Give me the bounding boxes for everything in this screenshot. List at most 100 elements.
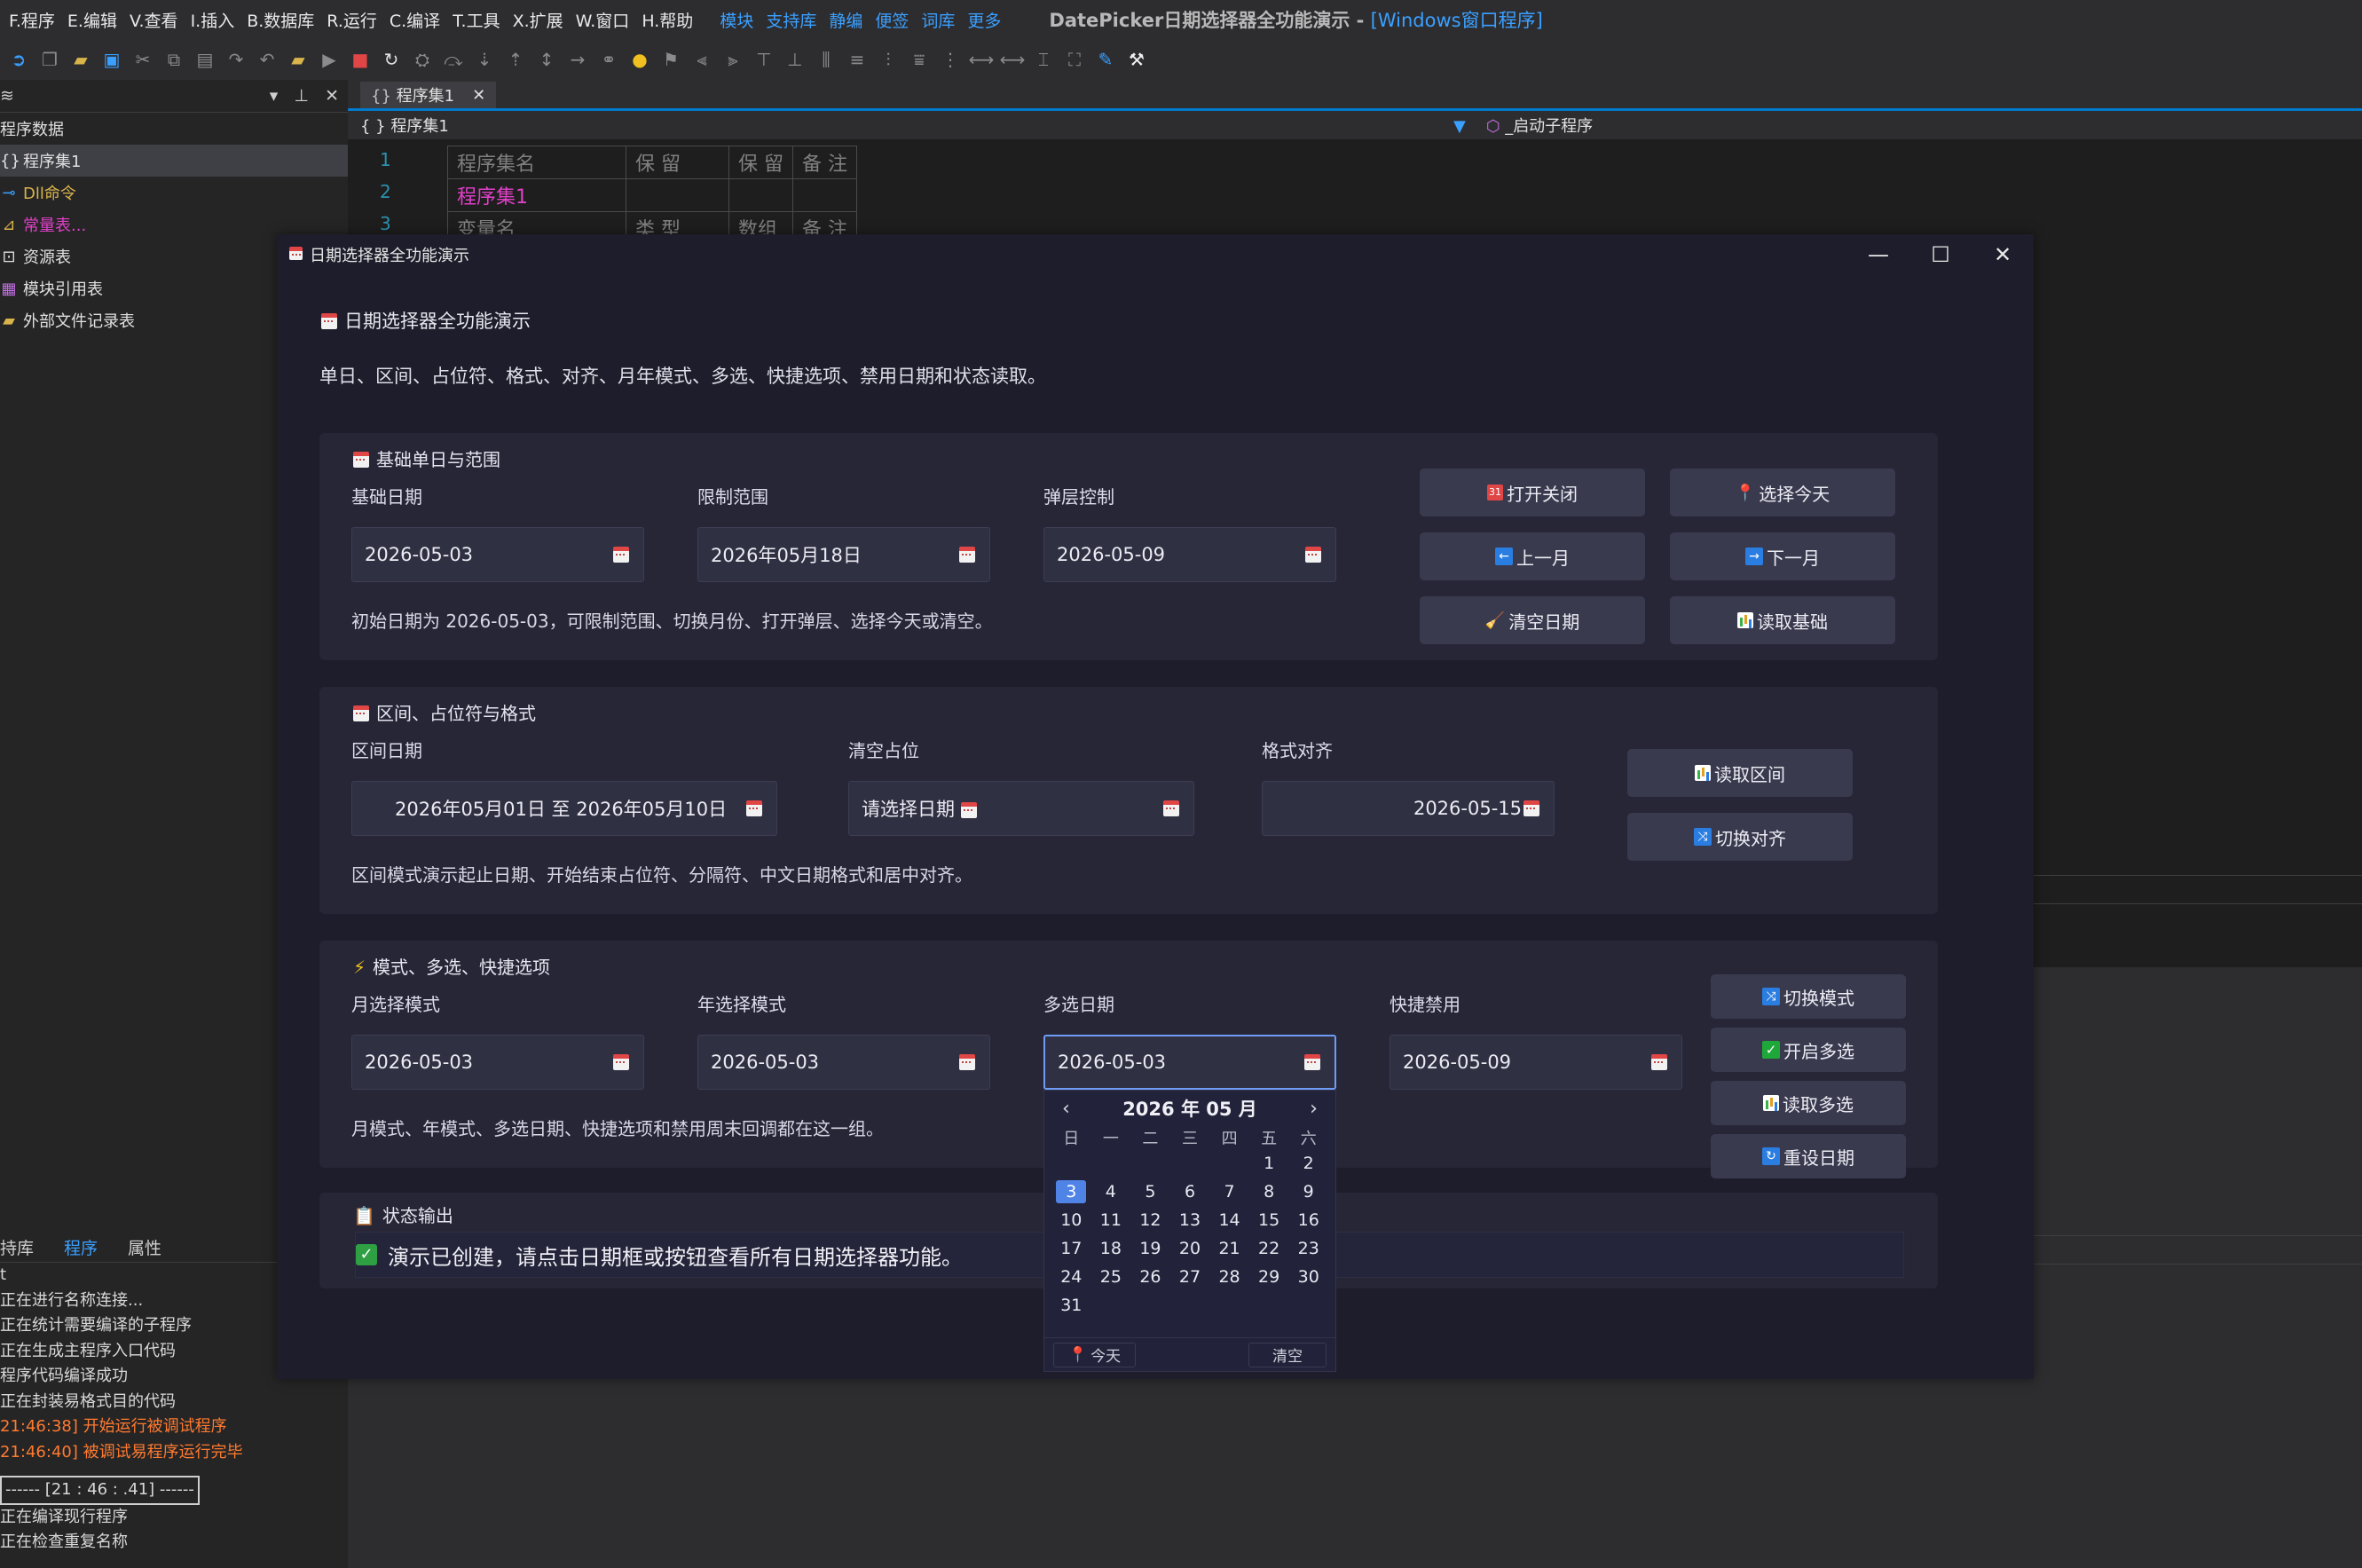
calendar-day[interactable]: 10	[1051, 1206, 1091, 1234]
calendar-day[interactable]: 8	[1249, 1178, 1289, 1206]
back-icon[interactable]: ➲	[6, 47, 31, 72]
editor-breadcrumb[interactable]: { } 程序集1	[360, 114, 449, 137]
step-into-icon[interactable]: ⇣	[472, 47, 497, 72]
read-range-button[interactable]: 读取区间	[1627, 749, 1853, 797]
menu-extend[interactable]: X.扩展	[513, 8, 563, 32]
calendar-day[interactable]: 15	[1249, 1206, 1289, 1234]
calendar-day[interactable]: 23	[1288, 1234, 1328, 1263]
tab-support-lib[interactable]: 持库	[0, 1235, 34, 1259]
menu-program[interactable]: F.程序	[9, 8, 55, 32]
calendar-day[interactable]: 13	[1170, 1206, 1210, 1234]
read-multi-button[interactable]: 读取多选	[1711, 1081, 1906, 1125]
code-cell[interactable]: 保 留	[626, 146, 729, 179]
space-h-icon[interactable]: ⫼	[814, 47, 839, 72]
align-right-icon[interactable]: ⫸	[720, 47, 745, 72]
calendar-icon[interactable]	[1305, 546, 1323, 563]
link-notes[interactable]: 便签	[875, 8, 909, 32]
code-cell[interactable]	[728, 178, 793, 212]
calendar-icon[interactable]	[1304, 1053, 1322, 1071]
align-bottom-icon[interactable]: ⊥	[783, 47, 807, 72]
next-month-icon[interactable]: ›	[1310, 1098, 1318, 1120]
tree-item-dll[interactable]: ⊸ Dll命令	[0, 177, 348, 209]
placeholder-date-picker[interactable]: 请选择日期	[848, 781, 1194, 836]
editor-subroutine-select[interactable]: ▼ ⬡ _启动子程序	[1453, 114, 1593, 137]
same-height-icon[interactable]: ⟷	[1000, 47, 1026, 72]
calendar-day[interactable]: 31	[1051, 1291, 1091, 1320]
menu-insert[interactable]: I.插入	[191, 8, 235, 32]
next-month-button[interactable]: → 下一月	[1670, 532, 1895, 580]
redo-icon[interactable]: ↷	[224, 47, 248, 72]
brush-icon[interactable]: ✎	[1093, 47, 1118, 72]
calendar-day-selected[interactable]: 3	[1051, 1178, 1091, 1206]
menu-compile[interactable]: C.编译	[390, 8, 440, 32]
calendar-icon[interactable]	[746, 800, 764, 817]
calendar-day[interactable]: 4	[1091, 1178, 1131, 1206]
minimize-button[interactable]: —	[1847, 234, 1909, 275]
same-width-icon[interactable]: ⟷	[969, 47, 995, 72]
calendar-day[interactable]: 6	[1170, 1178, 1210, 1206]
link-module[interactable]: 模块	[720, 8, 753, 32]
step-over-icon[interactable]: ⤼	[441, 47, 466, 72]
calendar-day[interactable]: 20	[1170, 1234, 1210, 1263]
calendar-day[interactable]: 7	[1209, 1178, 1249, 1206]
code-cell-assembly-name[interactable]: 程序集1	[447, 178, 626, 212]
save-icon[interactable]: ▣	[99, 47, 124, 72]
calendar-day[interactable]: 12	[1130, 1206, 1170, 1234]
close-button[interactable]: ✕	[1972, 234, 2034, 275]
calendar-day[interactable]: 14	[1209, 1206, 1249, 1234]
compile-icon[interactable]: ⛭	[410, 47, 435, 72]
center-v-icon[interactable]: ⩸	[907, 47, 932, 72]
same-size-icon[interactable]: ⌶	[1031, 47, 1056, 72]
calendar-day[interactable]: 9	[1288, 1178, 1328, 1206]
calendar-day[interactable]: 11	[1091, 1206, 1131, 1234]
range-limited-date-picker[interactable]: 2026年05月18日	[697, 527, 990, 582]
link-more[interactable]: 更多	[967, 8, 1001, 32]
calendar-day[interactable]: 22	[1249, 1234, 1289, 1263]
calendar-icon[interactable]	[959, 546, 977, 563]
today-button[interactable]: 📍 今天	[1053, 1342, 1137, 1367]
aligned-date-picker[interactable]: 2026-05-15	[1262, 781, 1555, 836]
menu-run[interactable]: R.运行	[327, 8, 377, 32]
open-folder-icon[interactable]: ▰	[68, 47, 93, 72]
read-basic-button[interactable]: 读取基础	[1670, 596, 1895, 644]
calendar-day[interactable]: 16	[1288, 1206, 1328, 1234]
code-cell[interactable]: 保 留	[728, 146, 793, 179]
distribute-icon[interactable]: ⋮	[938, 47, 963, 72]
run-icon[interactable]: ▶	[317, 47, 342, 72]
link-static[interactable]: 静编	[829, 8, 862, 32]
calendar-day[interactable]: 28	[1209, 1263, 1249, 1291]
code-cell[interactable]	[792, 178, 857, 212]
calendar-icon[interactable]	[1523, 800, 1541, 817]
editor-tab-assembly[interactable]: {} 程序集1 ✕	[360, 82, 497, 108]
calendar-icon[interactable]	[1163, 800, 1181, 817]
calendar-day[interactable]: 21	[1209, 1234, 1249, 1263]
toggle-mode-button[interactable]: ⤨ 切换模式	[1711, 974, 1906, 1019]
calendar-day[interactable]: 29	[1249, 1263, 1289, 1291]
code-cell[interactable]: 程序集名	[447, 146, 626, 179]
stop-icon[interactable]: ■	[348, 47, 373, 72]
select-today-button[interactable]: 📍 选择今天	[1670, 469, 1895, 516]
center-h-icon[interactable]: ⫶	[876, 47, 901, 72]
reset-date-button[interactable]: ↻ 重设日期	[1711, 1134, 1906, 1178]
calendar-icon[interactable]	[959, 1053, 977, 1071]
calendar-day[interactable]: 5	[1130, 1178, 1170, 1206]
tab-program[interactable]: 程序	[64, 1235, 98, 1259]
bookmark-icon[interactable]: ⚑	[658, 47, 683, 72]
arrow-right-icon[interactable]: →	[565, 47, 590, 72]
menu-edit[interactable]: E.编辑	[67, 8, 117, 32]
multi-select-date-picker[interactable]: 2026-05-03	[1043, 1035, 1336, 1090]
link-support-lib[interactable]: 支持库	[766, 8, 816, 32]
fullscreen-icon[interactable]: ⛶	[1062, 47, 1087, 72]
tree-item-assembly[interactable]: {} 程序集1	[0, 145, 348, 177]
step-icon[interactable]: ↕	[534, 47, 559, 72]
folder-icon[interactable]: ▰	[286, 47, 311, 72]
calendar-day[interactable]: 2	[1288, 1149, 1328, 1178]
calendar-icon[interactable]	[1651, 1053, 1669, 1071]
calendar-day[interactable]: 18	[1091, 1234, 1131, 1263]
align-left-icon[interactable]: ⫷	[689, 47, 714, 72]
step-out-icon[interactable]: ⇡	[503, 47, 528, 72]
shortcut-disabled-date-picker[interactable]: 2026-05-09	[1390, 1035, 1682, 1090]
link-words[interactable]: 词库	[921, 8, 955, 32]
clear-date-button[interactable]: 🧹 清空日期	[1420, 596, 1645, 644]
calendar-day[interactable]: 24	[1051, 1263, 1091, 1291]
